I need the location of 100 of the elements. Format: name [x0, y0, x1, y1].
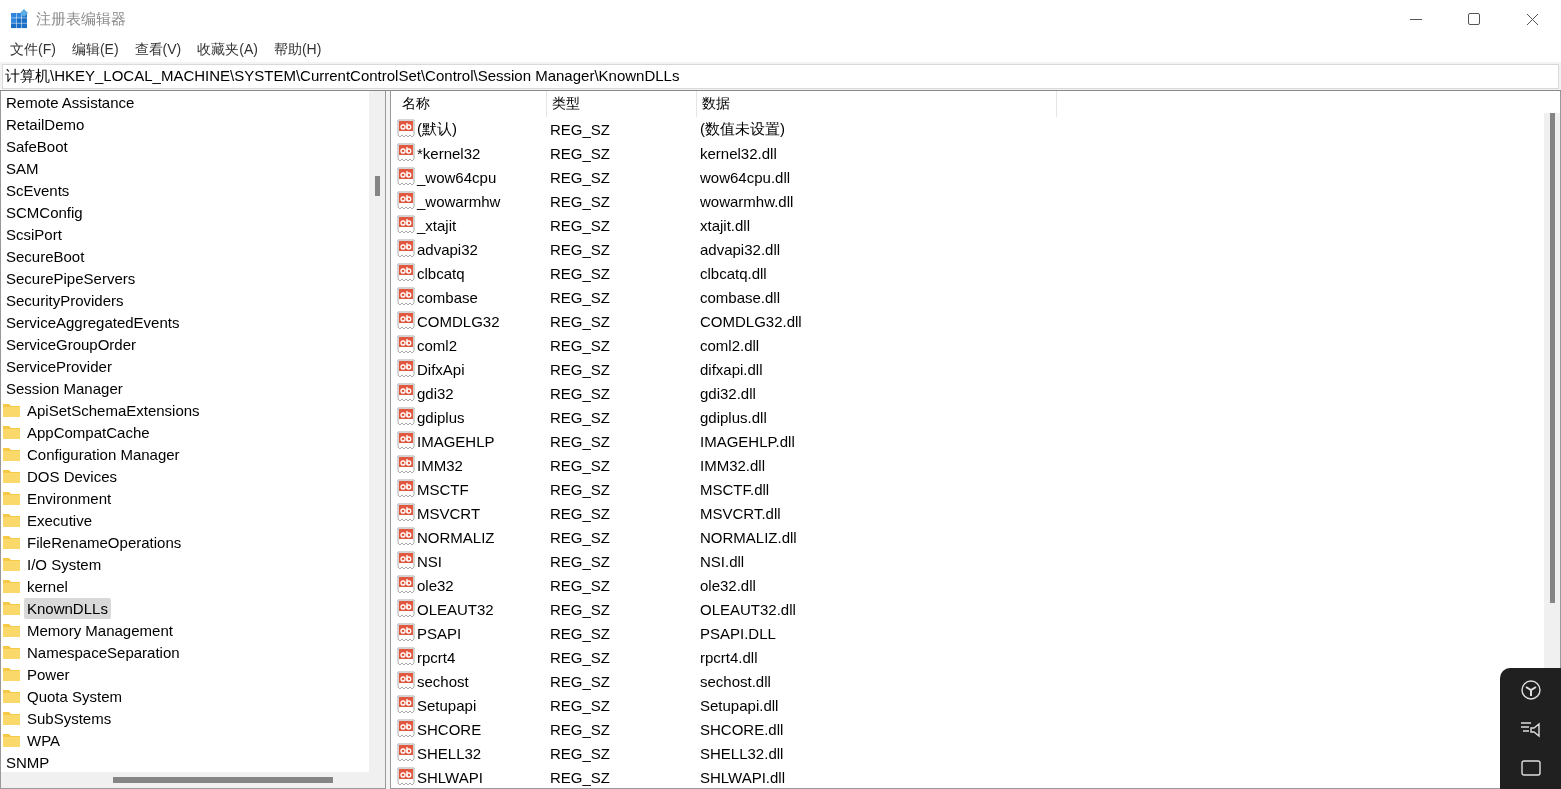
- folder-icon: [3, 645, 20, 659]
- maximize-icon: [1468, 13, 1480, 25]
- table-cell: REG_SZ: [550, 624, 610, 642]
- table-cell: REG_SZ: [550, 720, 610, 738]
- string-value-icon: [397, 263, 415, 283]
- menu-item[interactable]: 文件(F): [4, 38, 62, 62]
- table-cell: REG_SZ: [550, 456, 610, 474]
- table-cell: _wow64cpu: [417, 168, 497, 186]
- table-cell: IMAGEHLP: [417, 432, 495, 450]
- tree-item[interactable]: RetailDemo: [3, 113, 88, 135]
- table-cell: NSI: [417, 552, 442, 570]
- tree-item[interactable]: AppCompatCache: [24, 421, 153, 443]
- table-cell: NORMALIZ: [417, 528, 495, 546]
- folder-icon: [3, 469, 20, 483]
- table-cell: combase: [417, 288, 478, 306]
- tree-item[interactable]: ServiceAggregatedEvents: [3, 311, 183, 333]
- tree-item[interactable]: ScEvents: [3, 179, 73, 201]
- tree-item[interactable]: ServiceProvider: [3, 355, 115, 377]
- table-cell: sechost.dll: [700, 672, 771, 690]
- table-cell: IMM32: [417, 456, 463, 474]
- menu-item[interactable]: 编辑(E): [65, 38, 125, 62]
- table-cell: (数值未设置): [700, 119, 785, 139]
- table-cell: PSAPI.DLL: [700, 624, 776, 642]
- table-cell: rpcrt4.dll: [700, 648, 758, 666]
- circle-logo-icon[interactable]: [1520, 680, 1541, 700]
- table-cell: _wowarmhw: [417, 192, 501, 210]
- menu-item[interactable]: 收藏夹(A): [191, 38, 264, 62]
- tree-item[interactable]: Power: [24, 663, 73, 685]
- tree-item[interactable]: ServiceGroupOrder: [3, 333, 140, 355]
- string-value-icon: [397, 671, 415, 691]
- string-value-icon: [397, 143, 415, 163]
- tree-item[interactable]: I/O System: [24, 553, 105, 575]
- table-cell: SHELL32: [417, 744, 482, 762]
- table-cell: ole32.dll: [700, 576, 756, 594]
- table-cell: REG_SZ: [550, 600, 610, 618]
- tree-item[interactable]: NamespaceSeparation: [24, 641, 183, 663]
- tree-item[interactable]: ApiSetSchemaExtensions: [24, 399, 203, 421]
- tree-item[interactable]: Session Manager: [3, 377, 126, 399]
- folder-icon: [3, 557, 20, 571]
- tree-item[interactable]: Remote Assistance: [3, 91, 138, 113]
- table-cell: combase.dll: [700, 288, 781, 306]
- column-header[interactable]: 数据: [697, 91, 1057, 117]
- menu-item[interactable]: 帮助(H): [267, 38, 328, 62]
- table-cell: REG_SZ: [550, 336, 610, 354]
- table-cell: clbcatq.dll: [700, 264, 767, 282]
- tree-item[interactable]: WPA: [24, 729, 64, 751]
- tree-item[interactable]: DOS Devices: [24, 465, 121, 487]
- string-value-icon: [397, 527, 415, 547]
- table-cell: advapi32: [417, 240, 478, 258]
- speaker-list-icon[interactable]: [1519, 720, 1542, 740]
- string-value-icon: [397, 503, 415, 523]
- tree-item[interactable]: Executive: [24, 509, 96, 531]
- string-value-icon: [397, 239, 415, 259]
- string-value-icon: [397, 575, 415, 595]
- folder-icon: [3, 711, 20, 725]
- string-value-icon: [397, 287, 415, 307]
- table-cell: COMDLG32.dll: [700, 312, 802, 330]
- tree-item[interactable]: FileRenameOperations: [24, 531, 185, 553]
- tree-item[interactable]: KnownDLLs: [24, 597, 111, 619]
- folder-icon: [3, 601, 20, 615]
- table-cell: (默认): [417, 119, 457, 139]
- folder-icon: [3, 491, 20, 505]
- string-value-icon: [397, 383, 415, 403]
- folder-icon: [3, 623, 20, 637]
- string-value-icon: [397, 647, 415, 667]
- table-cell: NORMALIZ.dll: [700, 528, 797, 546]
- tree-item[interactable]: Memory Management: [24, 619, 176, 641]
- table-cell: MSVCRT: [417, 504, 481, 522]
- table-cell: REG_SZ: [550, 696, 610, 714]
- string-value-icon: [397, 311, 415, 331]
- tree-item[interactable]: SecurityProviders: [3, 289, 127, 311]
- tree-item[interactable]: SAM: [3, 157, 42, 179]
- window-icon[interactable]: [1520, 760, 1541, 776]
- scrollbar[interactable]: [1, 772, 385, 788]
- menu-item[interactable]: 查看(V): [128, 38, 188, 62]
- window-title: 注册表编辑器: [36, 9, 126, 29]
- tree-item[interactable]: SafeBoot: [3, 135, 71, 157]
- tree-item[interactable]: SecureBoot: [3, 245, 88, 267]
- folder-icon: [3, 447, 20, 461]
- tree-item[interactable]: kernel: [24, 575, 71, 597]
- tree-item[interactable]: SCMConfig: [3, 201, 86, 223]
- table-cell: gdi32: [417, 384, 454, 402]
- folder-icon: [3, 425, 20, 439]
- table-cell: rpcrt4: [417, 648, 456, 666]
- tree-item[interactable]: SNMP: [3, 751, 53, 772]
- column-header[interactable]: 类型: [547, 91, 697, 117]
- string-value-icon: [397, 551, 415, 571]
- column-header[interactable]: 名称: [397, 91, 547, 117]
- string-value-icon: [397, 407, 415, 427]
- folder-icon: [3, 403, 20, 417]
- address-field[interactable]: 计算机\HKEY_LOCAL_MACHINE\SYSTEM\CurrentControlSet\Control\Session Manager\KnownDLLs: [2, 64, 1559, 89]
- scrollbar[interactable]: [369, 91, 385, 772]
- tree-item[interactable]: SubSystems: [24, 707, 115, 729]
- tree-item[interactable]: ScsiPort: [3, 223, 65, 245]
- tree-item[interactable]: Configuration Manager: [24, 443, 183, 465]
- tree-item[interactable]: Quota System: [24, 685, 126, 707]
- tree-item[interactable]: SecurePipeServers: [3, 267, 139, 289]
- table-cell: REG_SZ: [550, 240, 610, 258]
- table-cell: SHCORE.dll: [700, 720, 784, 738]
- tree-item[interactable]: Environment: [24, 487, 115, 509]
